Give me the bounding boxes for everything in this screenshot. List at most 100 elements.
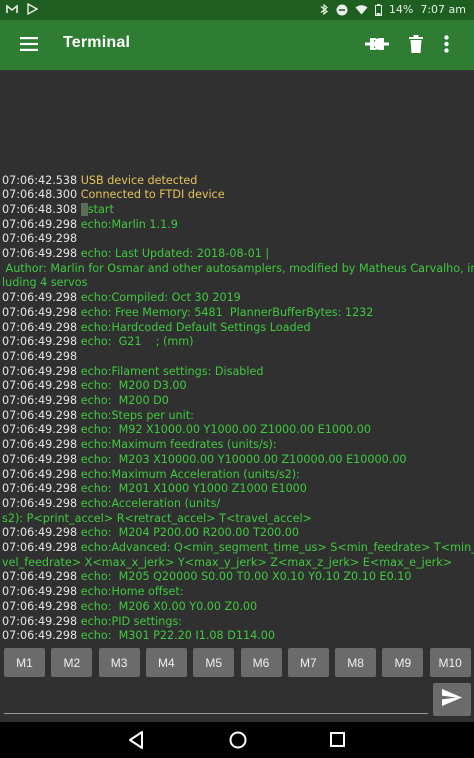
log-message: vel_feedrate> X<max_x_jerk> Y<max_y_jerk… [2, 555, 453, 569]
timestamp: 07:06:49.298 [2, 599, 78, 613]
terminal-line: 07:06:49.298 echo: M204 P200.00 R200.00 … [2, 526, 474, 541]
timestamp: 07:06:49.298 [2, 496, 78, 510]
timestamp: 07:06:49.298 [2, 305, 78, 319]
timestamp: 07:06:49.298 [2, 467, 78, 481]
terminal-line: 07:06:42.538 USB device detected [2, 174, 474, 189]
terminal-line: 07:06:49.298 echo:Maximum feedrates (uni… [2, 438, 474, 453]
delete-icon[interactable] [409, 35, 423, 57]
timestamp: 07:06:49.298 [2, 232, 78, 246]
macro-button-m3[interactable]: M3 [98, 648, 140, 677]
terminal-line: 07:06:49.298 echo: M301 P22.20 I1.08 D11… [2, 629, 474, 644]
log-message: echo:Home offset: [80, 585, 184, 599]
log-message: echo:Acceleration (units/ [80, 496, 221, 510]
log-message: echo: M200 D3.00 [80, 379, 187, 393]
macro-button-m7[interactable]: M7 [287, 648, 329, 677]
macro-button-m8[interactable]: M8 [335, 648, 377, 677]
terminal-line: 07:06:49.298 echo:Steps per unit: [2, 409, 474, 424]
macro-button-row: M1 M2 M3 M4 M5 M6 M7 M8 M9 M10 [0, 648, 474, 678]
log-message: echo:Advanced: Q<min_segment_time_us> S<… [80, 541, 474, 555]
command-input[interactable] [4, 686, 428, 714]
terminal-line: 07:06:49.298 echo: M205 Q20000 S0.00 T0.… [2, 570, 474, 585]
log-message: echo:Steps per unit: [80, 408, 194, 422]
log-message: echo:Maximum Acceleration (units/s2): [80, 467, 300, 481]
macro-button-m1[interactable]: M1 [4, 648, 45, 677]
log-message: echo:PID settings: [80, 614, 183, 628]
page-title: Terminal [63, 34, 131, 51]
timestamp: 07:06:49.298 [2, 482, 78, 496]
terminal-log: 07:06:42.538 USB device detected 07:06:48… [2, 174, 474, 645]
terminal-line: 07:06:49.298 echo: Last Updated: 2018-08… [2, 247, 474, 262]
send-button[interactable] [433, 683, 471, 716]
terminal-line: 07:06:49.298 echo: Free Memory: 5481 Pla… [2, 306, 474, 321]
home-icon[interactable] [229, 731, 247, 753]
log-message: echo: M200 D0 [80, 394, 169, 408]
wifi-icon [355, 4, 368, 15]
status-bar: 14% 7:07 am [0, 0, 474, 20]
timestamp: 07:06:49.298 [2, 320, 78, 334]
terminal-line: s2): P<print_accel> R<retract_accel> T<t… [2, 512, 474, 527]
timestamp: 07:06:49.298 [2, 452, 78, 466]
terminal-line: 07:06:48.300 Connected to FTDI device [2, 188, 474, 203]
terminal-line: 07:06:49.298 echo:Home offset: [2, 585, 474, 600]
log-message: echo:Filament settings: Disabled [80, 364, 264, 378]
terminal-line: luding 4 servos [2, 276, 474, 291]
timestamp: 07:06:49.298 [2, 335, 78, 349]
log-message: echo:Hardcoded Default Settings Loaded [80, 320, 311, 334]
terminal-line: 07:06:49.298 [2, 350, 474, 365]
log-message: Author: Marlin for Osmar and other autos… [2, 261, 474, 275]
connect-icon[interactable] [365, 36, 389, 56]
log-message: echo: M301 P22.20 I1.08 D114.00 [80, 629, 275, 643]
terminal-line: 07:06:49.298 echo:Hardcoded Default Sett… [2, 321, 474, 336]
timestamp: 07:06:49.298 [2, 394, 78, 408]
timestamp: 07:06:49.298 [2, 379, 78, 393]
macro-button-m5[interactable]: M5 [193, 648, 235, 677]
macro-button-m4[interactable]: M4 [145, 648, 187, 677]
timestamp: 07:06:49.298 [2, 629, 78, 643]
log-message: echo:Marlin 1.1.9 [80, 217, 178, 231]
terminal-line: 07:06:49.298 echo: M206 X0.00 Y0.00 Z0.0… [2, 600, 474, 615]
timestamp: 07:06:49.298 [2, 585, 78, 599]
log-message: echo: M203 X10000.00 Y10000.00 Z10000.00… [80, 452, 407, 466]
clock: 7:07 am [420, 3, 466, 16]
recent-apps-icon[interactable] [330, 732, 345, 751]
terminal-line: Author: Marlin for Osmar and other autos… [2, 262, 474, 277]
timestamp: 07:06:48.308 [2, 202, 78, 216]
macro-button-m10[interactable]: M10 [429, 648, 471, 677]
cursor-marker [80, 202, 88, 216]
timestamp: 07:06:49.298 [2, 408, 78, 422]
timestamp: 07:06:49.298 [2, 438, 78, 452]
bluetooth-icon [320, 3, 329, 16]
more-vert-icon[interactable] [444, 35, 449, 57]
terminal-line: 07:06:49.298 echo: G21 ; (mm) [2, 335, 474, 350]
log-message: s2): P<print_accel> R<retract_accel> T<t… [2, 511, 312, 525]
terminal-line: 07:06:49.298 echo:Acceleration (units/ [2, 497, 474, 512]
menu-icon[interactable] [20, 36, 38, 55]
timestamp: 07:06:49.298 [2, 541, 78, 555]
battery-icon [374, 3, 382, 16]
timestamp: 07:06:42.538 [2, 173, 78, 187]
log-message: echo: M206 X0.00 Y0.00 Z0.00 [80, 599, 258, 613]
log-message: start [87, 202, 114, 216]
app-bar: Terminal [0, 20, 474, 70]
log-message: echo: M92 X1000.00 Y1000.00 Z1000.00 E10… [80, 423, 371, 437]
timestamp: 07:06:49.298 [2, 349, 78, 363]
timestamp: 07:06:49.298 [2, 614, 78, 628]
log-message: echo:Maximum feedrates (units/s): [80, 438, 277, 452]
terminal-line: 07:06:49.298 [2, 232, 474, 247]
terminal-output[interactable]: 07:06:42.538 USB device detected 07:06:48… [0, 70, 474, 644]
terminal-line: 07:06:49.298 echo: M200 D3.00 [2, 379, 474, 394]
terminal-line: 07:06:49.298 echo: M200 D0 [2, 394, 474, 409]
terminal-line: 07:06:49.298 echo:Filament settings: Dis… [2, 365, 474, 380]
battery-percent: 14% [388, 3, 414, 16]
log-message: USB device detected [80, 173, 198, 187]
log-message: echo:Compiled: Oct 30 2019 [80, 291, 241, 305]
macro-button-m2[interactable]: M2 [51, 648, 93, 677]
macro-button-m6[interactable]: M6 [240, 648, 282, 677]
timestamp: 07:06:49.298 [2, 247, 78, 261]
timestamp: 07:06:49.298 [2, 291, 78, 305]
navigation-bar [0, 722, 474, 758]
back-icon[interactable] [128, 731, 144, 753]
terminal-line: 07:06:49.298 echo:Compiled: Oct 30 2019 [2, 291, 474, 306]
macro-button-m9[interactable]: M9 [382, 648, 424, 677]
terminal-line: 07:06:49.298 echo:Marlin 1.1.9 [2, 218, 474, 233]
